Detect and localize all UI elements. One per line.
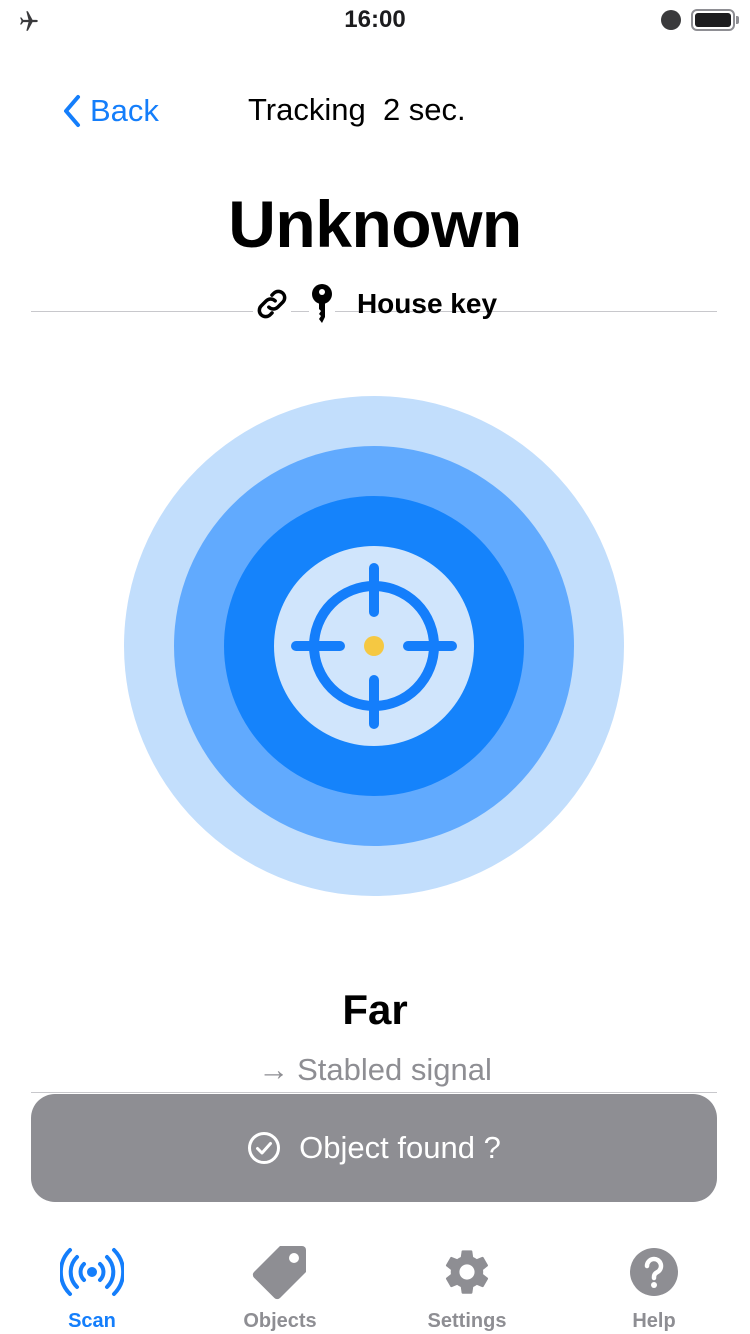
- tab-settings-label: Settings: [427, 1310, 507, 1332]
- scan-icon: [60, 1248, 124, 1296]
- checkmark-circle-icon: [248, 1132, 281, 1164]
- arrow-right-icon: →: [258, 1052, 290, 1087]
- object-tag-row: House key: [0, 282, 750, 326]
- tab-scan[interactable]: Scan: [17, 1226, 167, 1334]
- target-center-dot: [364, 636, 384, 656]
- recording-indicator: [661, 10, 681, 30]
- tab-bar: Scan Objects Settings Help: [0, 1226, 750, 1334]
- object-tag-label: House key: [356, 288, 498, 319]
- battery-tip: [736, 16, 739, 24]
- battery-icon: [691, 9, 735, 31]
- gear-icon: [445, 1250, 489, 1294]
- proximity-radar: [124, 396, 624, 896]
- object-title: Unknown: [228, 187, 522, 261]
- back-button[interactable]: Back: [62, 88, 159, 134]
- signal-status: → Stabled signal: [0, 1048, 750, 1092]
- link-icon: [252, 285, 291, 323]
- tracking-status-title: Tracking 2 sec.: [248, 92, 466, 127]
- distance-label: Far: [342, 986, 408, 1033]
- object-found-button[interactable]: Object found ?: [31, 1094, 717, 1202]
- status-time: 16:00: [344, 6, 406, 33]
- chevron-left-icon: [64, 95, 80, 127]
- tab-objects[interactable]: Objects: [205, 1226, 355, 1334]
- signal-status-text: Stabled signal: [297, 1052, 492, 1087]
- key-icon: [308, 283, 335, 325]
- tag-icon: [252, 1246, 306, 1300]
- help-icon: [630, 1248, 678, 1296]
- status-bar: 16:00: [0, 0, 750, 40]
- tab-help-label: Help: [632, 1310, 676, 1332]
- tab-settings[interactable]: Settings: [392, 1226, 542, 1334]
- back-label: Back: [90, 93, 159, 128]
- tab-objects-label: Objects: [243, 1310, 317, 1332]
- tab-scan-label: Scan: [68, 1310, 116, 1332]
- object-found-label: Object found ?: [299, 1130, 501, 1165]
- signal-divider: [31, 1092, 717, 1093]
- tab-help[interactable]: Help: [579, 1226, 729, 1334]
